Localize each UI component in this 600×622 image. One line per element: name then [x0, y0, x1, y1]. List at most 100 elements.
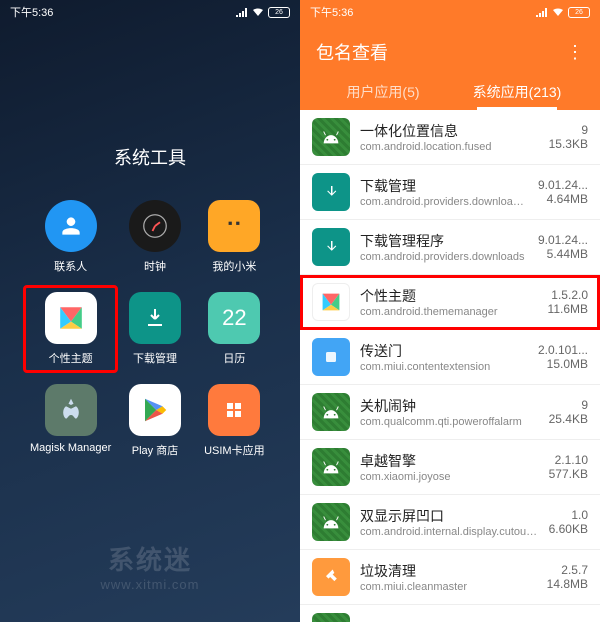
clock-text: 下午5:36 — [310, 4, 353, 20]
list-item-meta: 2.5.714.8MB — [547, 563, 588, 591]
app-name: 下载管理 — [360, 176, 528, 196]
app-name: 一体化位置信息 — [360, 121, 539, 141]
app-theme[interactable]: 个性主题 — [23, 285, 118, 373]
watermark: 系统迷 www.xitmi.com — [0, 540, 300, 592]
app-title: 包名查看 — [316, 39, 388, 65]
list-item[interactable]: 关机闹钟com.qualcomm.qti.poweroffalarm 925.4K… — [300, 385, 600, 440]
left-phone-home: 下午5:36 26 系统工具 联系人 时钟 我的小米 — [0, 0, 300, 622]
app-mi[interactable]: 我的小米 — [199, 200, 270, 274]
list-item-text: 双显示屏凹口com.android.internal.display.cutou… — [360, 506, 539, 538]
app-size: 11.6MB — [548, 302, 588, 316]
list-item-meta: 2.1.10577.KB — [549, 453, 588, 481]
app-size: 15.0MB — [538, 357, 588, 371]
app-download[interactable]: 下载管理 — [119, 292, 190, 366]
app-grid: 联系人 时钟 我的小米 个性主题 下载管理 — [0, 200, 300, 458]
app-calendar[interactable]: 22 日历 — [199, 292, 270, 366]
theme-icon — [45, 292, 97, 344]
app-version: 2.1.10 — [549, 453, 588, 467]
app-clock[interactable]: 时钟 — [119, 200, 190, 274]
app-name: 传送门 — [360, 341, 528, 361]
app-contacts[interactable]: 联系人 — [30, 200, 111, 274]
magisk-icon — [45, 384, 97, 436]
list-item[interactable]: 下载管理com.android.providers.downloads.ui 9.… — [300, 165, 600, 220]
app-label: 时钟 — [144, 258, 166, 274]
app-version: 9 — [549, 398, 588, 412]
app-magisk[interactable]: Magisk Manager — [30, 384, 111, 458]
app-version: 2.5.7 — [547, 563, 588, 577]
list-item[interactable]: 一体化位置信息com.android.location.fused 915.3KB — [300, 110, 600, 165]
app-package: com.android.providers.downloads.ui — [360, 196, 528, 208]
list-item[interactable]: 下载管理程序com.android.providers.downloads 9.0… — [300, 220, 600, 275]
list-item-text: 下载管理com.android.providers.downloads.ui — [360, 176, 528, 208]
list-item-meta: 9.01.24...4.64MB — [538, 178, 588, 206]
battery-icon: 26 — [268, 7, 290, 18]
status-icons: 26 — [536, 7, 590, 18]
app-name: 关机闹钟 — [360, 396, 539, 416]
list-item[interactable]: 个性主题com.android.thememanager 1.5.2.011.6M… — [300, 275, 600, 330]
list-item-meta: 1.5.2.011.6MB — [548, 288, 588, 316]
app-name: 卓越智擎 — [360, 451, 539, 471]
app-version: 1.0 — [549, 508, 588, 522]
app-label: 下载管理 — [133, 350, 177, 366]
app-header: 包名查看 ⋮ 用户应用(5) 系统应用(213) — [300, 24, 600, 110]
signal-icon — [236, 7, 248, 17]
status-bar: 下午5:36 26 — [0, 0, 300, 24]
app-package: com.xiaomi.joyose — [360, 471, 539, 483]
app-name: 个性主题 — [360, 286, 538, 306]
app-version: 9.01.24... — [538, 233, 588, 247]
app-size: 6.60KB — [549, 522, 588, 536]
app-label: 日历 — [223, 350, 245, 366]
app-version: 9 — [549, 123, 588, 137]
list-item-text: 一体化位置信息com.android.location.fused — [360, 121, 539, 153]
clock-text: 下午5:36 — [10, 4, 53, 20]
list-item-text: 个性主题com.android.thememanager — [360, 286, 538, 318]
battery-icon: 26 — [568, 7, 590, 18]
app-usim[interactable]: USIM卡应用 — [199, 384, 270, 458]
tab-system-apps[interactable]: 系统应用(213) — [450, 72, 584, 110]
app-size: 25.4KB — [549, 412, 588, 426]
tabs: 用户应用(5) 系统应用(213) — [316, 72, 584, 110]
app-size: 5.44MB — [538, 247, 588, 261]
mi-icon — [208, 200, 260, 252]
app-label: 个性主题 — [49, 350, 93, 366]
app-size: 577.KB — [549, 467, 588, 481]
list-item[interactable]: 卓越智擎com.xiaomi.joyose 2.1.10577.KB — [300, 440, 600, 495]
folder-title: 系统工具 — [0, 144, 300, 170]
app-name: 下载管理程序 — [360, 231, 528, 251]
wifi-icon — [252, 7, 264, 17]
tab-user-apps[interactable]: 用户应用(5) — [316, 72, 450, 110]
signal-icon — [536, 7, 548, 17]
list-item-meta: 925.4KB — [549, 398, 588, 426]
app-label: Play 商店 — [132, 442, 178, 458]
app-list[interactable]: 一体化位置信息com.android.location.fused915.3KB… — [300, 110, 600, 622]
app-play[interactable]: Play 商店 — [119, 384, 190, 458]
app-label: 我的小米 — [212, 258, 256, 274]
list-item-text: 下载管理程序com.android.providers.downloads — [360, 231, 528, 263]
clock-icon — [129, 200, 181, 252]
status-bar: 下午5:36 26 — [300, 0, 600, 24]
download-icon — [129, 292, 181, 344]
list-item[interactable]: 垃圾清理com.miui.cleanmaster 2.5.714.8MB — [300, 550, 600, 605]
list-item-meta: 9.01.24...5.44MB — [538, 233, 588, 261]
more-icon[interactable]: ⋮ — [566, 42, 584, 63]
list-item[interactable]: 传送门com.miui.contentextension 2.0.101...15… — [300, 330, 600, 385]
right-phone-app: 下午5:36 26 包名查看 ⋮ 用户应用(5) 系统应用(213) 一体化位置… — [300, 0, 600, 622]
list-item-text: 关机闹钟com.qualcomm.qti.poweroffalarm — [360, 396, 539, 428]
app-name: 双显示屏凹口 — [360, 506, 539, 526]
app-package: com.android.providers.downloads — [360, 251, 528, 263]
list-item[interactable]: 基本互动屏保 — [300, 605, 600, 622]
list-item-meta: 915.3KB — [549, 123, 588, 151]
list-item-text: 传送门com.miui.contentextension — [360, 341, 528, 373]
app-version: 2.0.101... — [538, 343, 588, 357]
app-package: com.miui.cleanmaster — [360, 581, 537, 593]
app-size: 15.3KB — [549, 137, 588, 151]
usim-icon — [208, 384, 260, 436]
app-version: 1.5.2.0 — [548, 288, 588, 302]
app-version: 9.01.24... — [538, 178, 588, 192]
status-icons: 26 — [236, 7, 290, 18]
app-package: com.android.location.fused — [360, 141, 539, 153]
list-item-meta: 1.06.60KB — [549, 508, 588, 536]
calendar-icon: 22 — [208, 292, 260, 344]
list-item[interactable]: 双显示屏凹口com.android.internal.display.cutou… — [300, 495, 600, 550]
app-name: 垃圾清理 — [360, 561, 537, 581]
